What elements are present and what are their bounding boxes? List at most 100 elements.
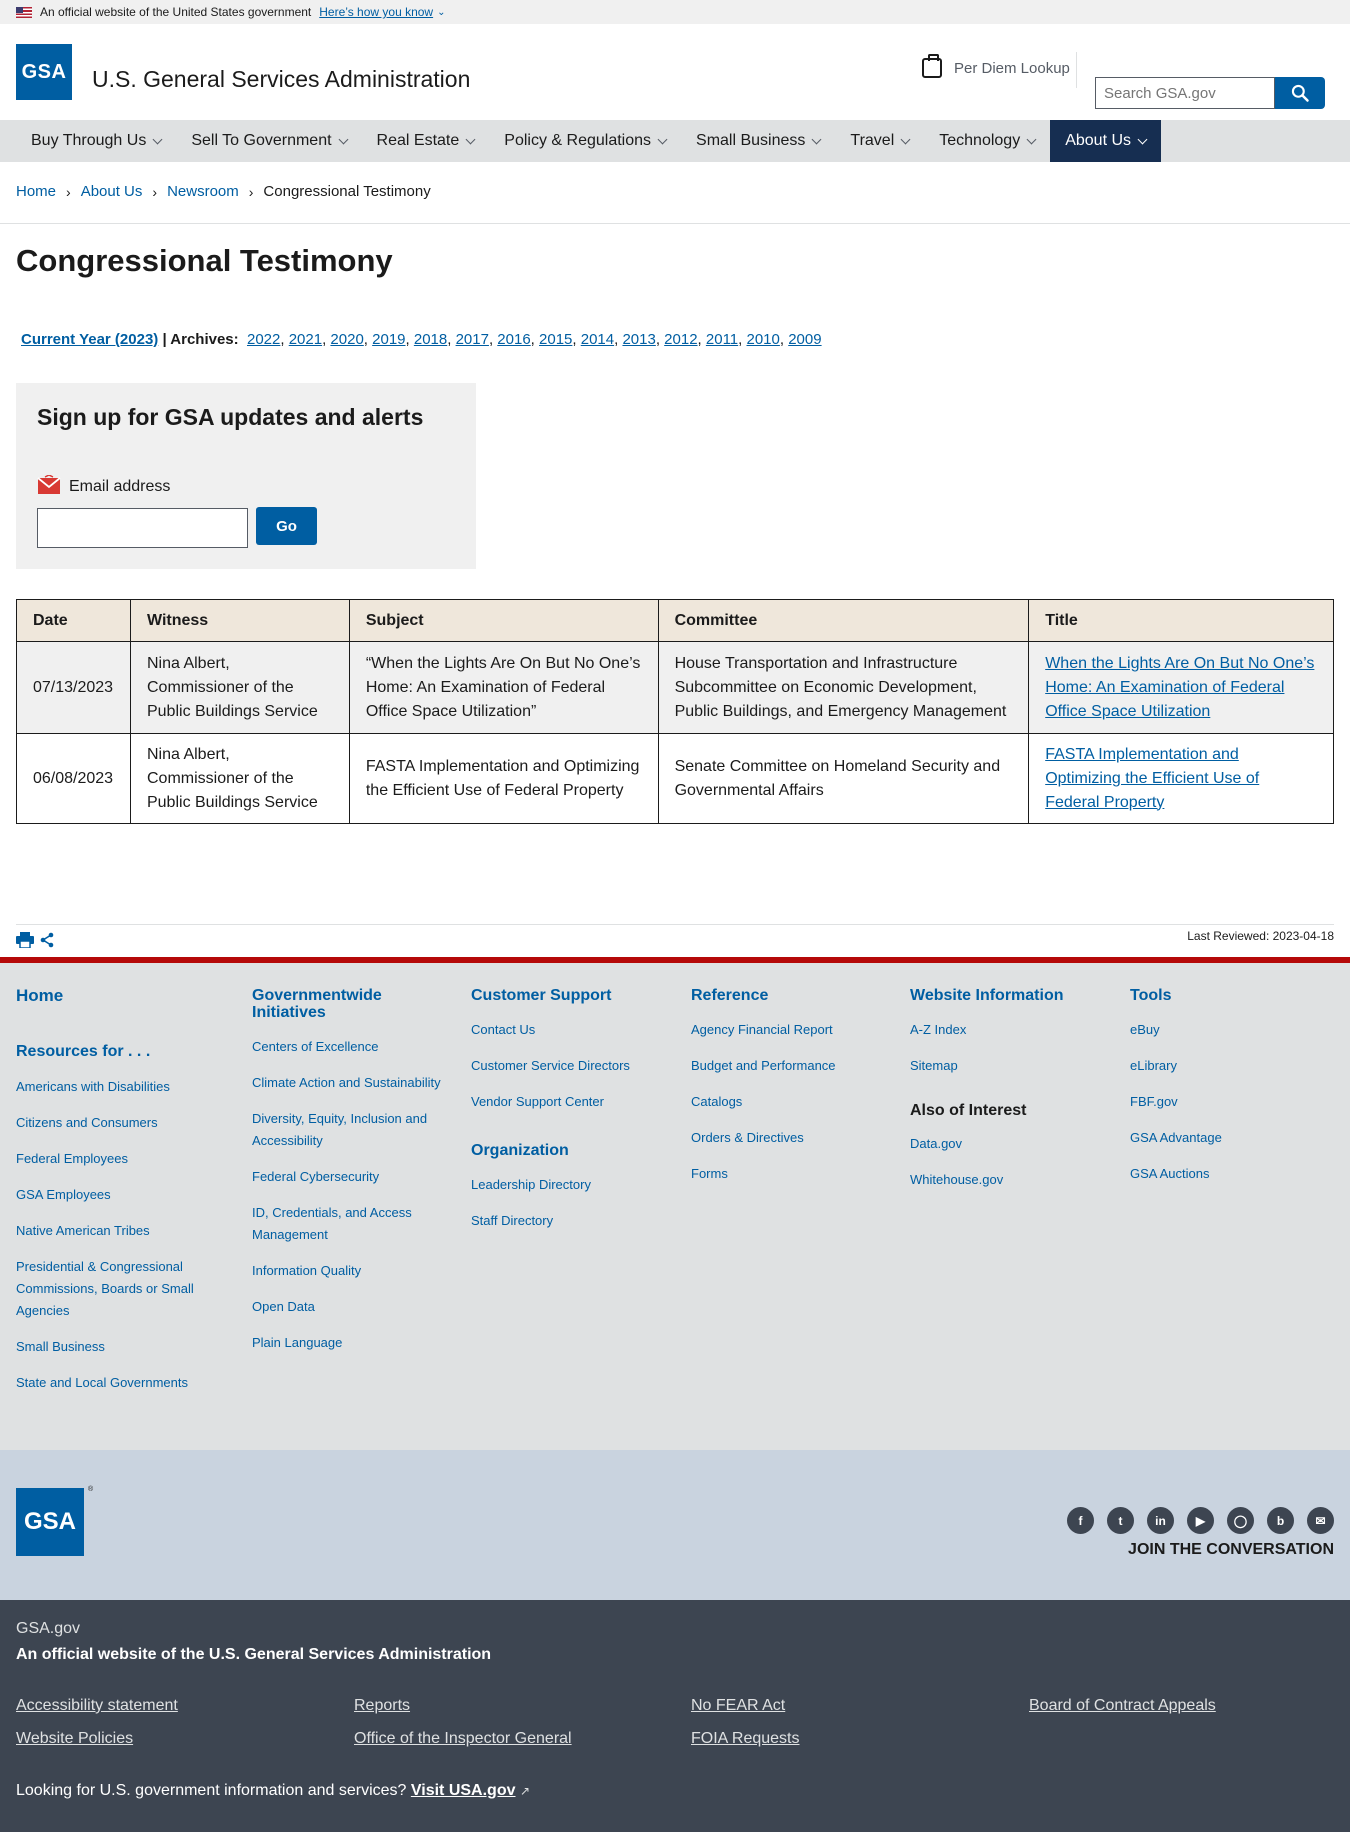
footer-link[interactable]: Americans with Disabilities	[16, 1076, 206, 1098]
nav-small-business[interactable]: Small Business	[681, 120, 835, 162]
footer-link[interactable]: A-Z Index	[910, 1019, 1110, 1041]
footer-link[interactable]: ID, Credentials, and Access Management	[252, 1202, 447, 1246]
footer-link[interactable]: Whitehouse.gov	[910, 1169, 1110, 1191]
search-icon	[1291, 84, 1309, 102]
twitter-icon[interactable]: t	[1107, 1507, 1134, 1534]
youtube-icon[interactable]: ▶	[1187, 1507, 1214, 1534]
nav-label: Travel	[850, 132, 895, 149]
footer-link[interactable]: Staff Directory	[471, 1210, 671, 1232]
visit-usa-gov-link[interactable]: Visit USA.gov	[411, 1782, 516, 1799]
footer-link[interactable]: Data.gov	[910, 1133, 1110, 1155]
breadcrumb-home[interactable]: Home	[16, 183, 56, 200]
inspector-general-link[interactable]: Office of the Inspector General	[354, 1730, 572, 1748]
page-title: Congressional Testimony	[16, 243, 393, 278]
archive-year-link[interactable]: 2009	[788, 331, 821, 348]
archive-year-link[interactable]: 2022	[247, 331, 280, 348]
archive-year-link[interactable]: 2018	[414, 331, 447, 348]
footer-link[interactable]: eLibrary	[1130, 1055, 1330, 1077]
footer-link[interactable]: Open Data	[252, 1296, 447, 1318]
footer-link[interactable]: Catalogs	[691, 1091, 891, 1113]
blog-icon[interactable]: b	[1267, 1507, 1294, 1534]
archive-year-link[interactable]: 2014	[581, 331, 614, 348]
breadcrumb-newsroom[interactable]: Newsroom	[167, 183, 239, 200]
print-icon[interactable]	[16, 932, 34, 948]
footer-link[interactable]: Forms	[691, 1163, 891, 1185]
footer-link[interactable]: Agency Financial Report	[691, 1019, 891, 1041]
archive-year-link[interactable]: 2011	[706, 331, 738, 348]
archive-year-link[interactable]: 2013	[622, 331, 655, 348]
footer-link[interactable]: Native American Tribes	[16, 1220, 206, 1242]
footer-link[interactable]: Budget and Performance	[691, 1055, 891, 1077]
archive-year-link[interactable]: 2019	[372, 331, 405, 348]
nav-travel[interactable]: Travel	[835, 120, 924, 162]
testimony-title-link[interactable]: FASTA Implementation and Optimizing the …	[1045, 746, 1259, 811]
share-icon[interactable]	[40, 932, 54, 948]
gsa-logo[interactable]: GSA	[16, 44, 72, 100]
foia-requests-link[interactable]: FOIA Requests	[691, 1730, 800, 1748]
email-icon[interactable]: ✉	[1307, 1507, 1334, 1534]
archive-year-link[interactable]: 2015	[539, 331, 572, 348]
footer-link[interactable]: Customer Service Directors	[471, 1055, 671, 1077]
website-policies-link[interactable]: Website Policies	[16, 1730, 133, 1748]
facebook-icon[interactable]: f	[1067, 1507, 1094, 1534]
reports-link[interactable]: Reports	[354, 1697, 410, 1715]
footer-link[interactable]: State and Local Governments	[16, 1372, 206, 1394]
archive-year-link[interactable]: 2017	[456, 331, 489, 348]
nav-policy-regulations[interactable]: Policy & Regulations	[489, 120, 681, 162]
current-year-link[interactable]: Current Year (2023)	[21, 331, 158, 348]
heres-how-you-know-link[interactable]: Here’s how you know	[319, 5, 433, 19]
email-field[interactable]	[37, 508, 248, 548]
us-flag-icon	[16, 6, 32, 18]
chevron-down-icon	[811, 134, 822, 144]
linkedin-icon[interactable]: in	[1147, 1507, 1174, 1534]
footer-home-link[interactable]: Home	[16, 987, 206, 1004]
title-cell: FASTA Implementation and Optimizing the …	[1028, 733, 1334, 824]
footer-link[interactable]: Federal Cybersecurity	[252, 1166, 447, 1188]
agency-name[interactable]: U.S. General Services Administration	[92, 66, 470, 93]
footer-link[interactable]: Vendor Support Center	[471, 1091, 671, 1113]
footer-link[interactable]: Diversity, Equity, Inclusion and Accessi…	[252, 1108, 447, 1152]
nav-real-estate[interactable]: Real Estate	[362, 120, 490, 162]
registered-mark: ®	[88, 1486, 94, 1493]
testimony-title-link[interactable]: When the Lights Are On But No One’s Home…	[1045, 655, 1314, 720]
footer-link[interactable]: Federal Employees	[16, 1148, 206, 1170]
archive-year-link[interactable]: 2020	[330, 331, 363, 348]
accessibility-statement-link[interactable]: Accessibility statement	[16, 1697, 178, 1715]
footer-link[interactable]: Presidential & Congressional Commissions…	[16, 1256, 206, 1322]
go-button[interactable]: Go	[256, 507, 317, 545]
title-cell: When the Lights Are On But No One’s Home…	[1028, 641, 1334, 734]
footer-link[interactable]: Citizens and Consumers	[16, 1112, 206, 1134]
footer-link[interactable]: Information Quality	[252, 1260, 447, 1282]
search-input[interactable]	[1095, 77, 1275, 109]
archive-year-link[interactable]: 2012	[664, 331, 697, 348]
footer-link[interactable]: eBuy	[1130, 1019, 1330, 1041]
per-diem-lookup-link[interactable]: Per Diem Lookup	[922, 54, 1070, 78]
footer-link[interactable]: Sitemap	[910, 1055, 1110, 1077]
nav-technology[interactable]: Technology	[924, 120, 1050, 162]
instagram-icon[interactable]: ◯	[1227, 1507, 1254, 1534]
search-button[interactable]	[1275, 77, 1325, 109]
nav-sell-to-government[interactable]: Sell To Government	[176, 120, 361, 162]
footer-link[interactable]: Contact Us	[471, 1019, 671, 1041]
nav-about-us[interactable]: About Us	[1050, 120, 1162, 162]
nav-buy-through-us[interactable]: Buy Through Us	[16, 120, 176, 162]
footer-link[interactable]: GSA Advantage	[1130, 1127, 1330, 1149]
footer-resources-heading: Resources for . . .	[16, 1043, 151, 1060]
footer-link[interactable]: Leadership Directory	[471, 1174, 671, 1196]
archive-year-link[interactable]: 2010	[747, 331, 780, 348]
footer-link[interactable]: Orders & Directives	[691, 1127, 891, 1149]
footer-gsa-logo[interactable]: GSA	[16, 1488, 84, 1556]
archive-year-link[interactable]: 2016	[497, 331, 530, 348]
committee-cell: Senate Committee on Homeland Security an…	[657, 733, 1030, 824]
footer-link[interactable]: Small Business	[16, 1336, 206, 1358]
footer-link[interactable]: Plain Language	[252, 1332, 447, 1354]
footer-link[interactable]: Climate Action and Sustainability	[252, 1072, 447, 1094]
breadcrumb-about-us[interactable]: About Us	[81, 183, 143, 200]
board-of-contract-appeals-link[interactable]: Board of Contract Appeals	[1029, 1697, 1216, 1715]
footer-link[interactable]: FBF.gov	[1130, 1091, 1330, 1113]
no-fear-act-link[interactable]: No FEAR Act	[691, 1697, 785, 1715]
footer-link[interactable]: GSA Auctions	[1130, 1163, 1330, 1185]
archive-year-link[interactable]: 2021	[289, 331, 322, 348]
footer-link[interactable]: GSA Employees	[16, 1184, 206, 1206]
footer-link[interactable]: Centers of Excellence	[252, 1036, 447, 1058]
